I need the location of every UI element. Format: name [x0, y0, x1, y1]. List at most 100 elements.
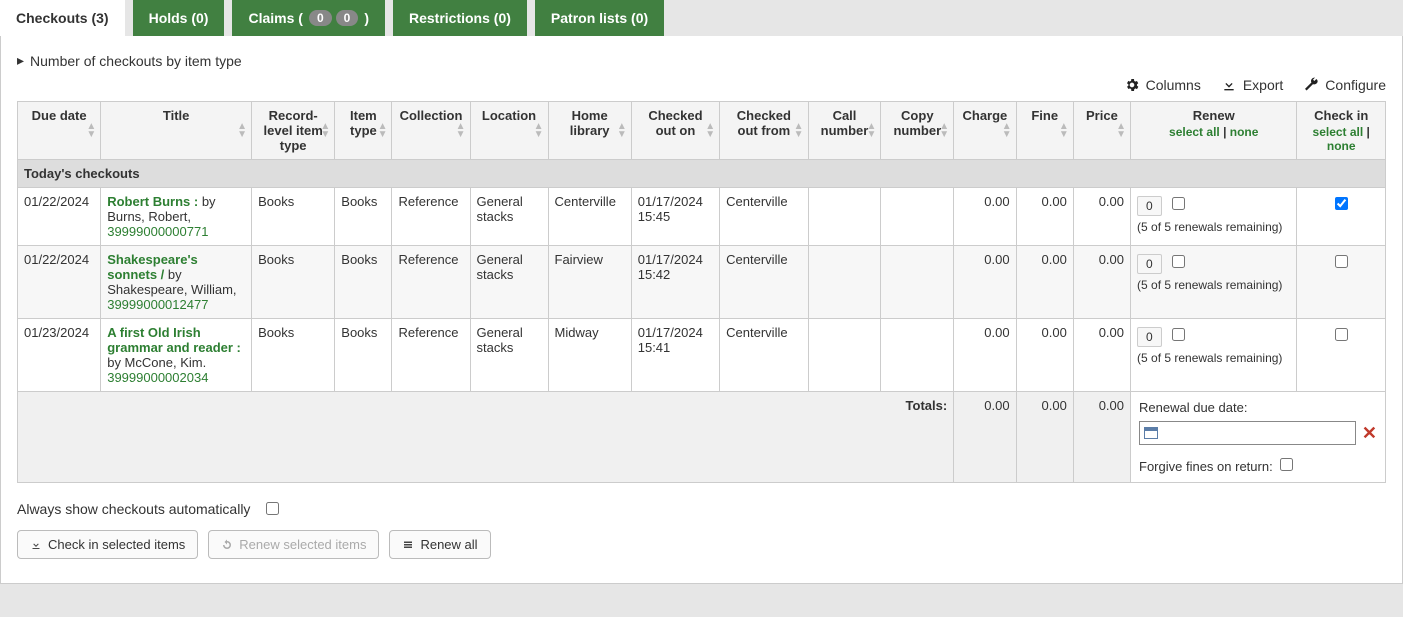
cell-location: General stacks [470, 188, 548, 246]
col-copy-number[interactable]: Copy number▲▼ [881, 102, 954, 160]
refresh-icon [221, 539, 233, 551]
col-price-label: Price [1086, 108, 1118, 123]
title-link[interactable]: Robert Burns : [107, 194, 198, 209]
sort-icon: ▲▼ [939, 123, 949, 139]
cell-renew: 0(5 of 5 renewals remaining) [1131, 188, 1297, 246]
always-show-row: Always show checkouts automatically [17, 499, 1386, 518]
table-body: Today's checkouts 01/22/2024Robert Burns… [18, 160, 1386, 392]
claims-badge-lost: 0 [336, 10, 359, 26]
tab-checkouts[interactable]: Checkouts (3) [0, 0, 125, 36]
checkouts-panel: ▸ Number of checkouts by item type Colum… [0, 36, 1403, 584]
col-checkin-label: Check in [1303, 108, 1379, 123]
download-icon [1221, 77, 1237, 93]
renew-checkbox[interactable] [1172, 197, 1185, 210]
renew-checkbox[interactable] [1172, 255, 1185, 268]
renew-selected-button[interactable]: Renew selected items [208, 530, 379, 559]
col-checked-out-from[interactable]: Checked out from▲▼ [720, 102, 808, 160]
renew-select-all[interactable]: select all [1169, 125, 1220, 139]
cell-collection: Reference [392, 319, 470, 392]
table-row: 01/23/2024A first Old Irish grammar and … [18, 319, 1386, 392]
barcode-link[interactable]: 39999000002034 [107, 370, 208, 385]
cell-item-type: Books [335, 188, 392, 246]
export-button[interactable]: Export [1221, 77, 1283, 93]
cell-price: 0.00 [1073, 319, 1130, 392]
col-collection[interactable]: Collection▲▼ [392, 102, 470, 160]
cell-call-number [808, 246, 881, 319]
col-fine[interactable]: Fine▲▼ [1016, 102, 1073, 160]
tab-patron-lists[interactable]: Patron lists (0) [535, 0, 664, 36]
export-label: Export [1243, 77, 1283, 93]
col-price[interactable]: Price▲▼ [1073, 102, 1130, 160]
checkin-checkbox[interactable] [1335, 255, 1348, 268]
tab-claims[interactable]: Claims ( 0 0 ) [232, 0, 385, 36]
sort-icon: ▲▼ [617, 123, 627, 139]
cell-price: 0.00 [1073, 188, 1130, 246]
sort-icon: ▲▼ [534, 123, 544, 139]
forgive-fines-checkbox[interactable] [1280, 458, 1293, 471]
checkin-select-none[interactable]: none [1327, 139, 1356, 153]
col-charge[interactable]: Charge▲▼ [954, 102, 1016, 160]
cell-home-library: Midway [548, 319, 631, 392]
checkouts-table: Due date▲▼ Title ▲▼ Record-level item typ… [17, 101, 1386, 483]
col-home-library[interactable]: Home library ▲▼ [548, 102, 631, 160]
cell-renew: 0 (5 of 5 renewals remaining) [1131, 246, 1297, 319]
col-checkin: Check in select all | none [1297, 102, 1386, 160]
claims-badges: 0 0 [309, 10, 358, 26]
col-call-number[interactable]: Call number▲▼ [808, 102, 881, 160]
tab-restrictions[interactable]: Restrictions (0) [393, 0, 527, 36]
renew-all-button[interactable]: Renew all [389, 530, 490, 559]
renew-remaining: (5 of 5 renewals remaining) [1137, 278, 1290, 292]
sort-icon: ▲▼ [237, 123, 247, 139]
renew-checkbox[interactable] [1172, 328, 1185, 341]
cell-checked-out-from: Centerville [720, 319, 808, 392]
cell-call-number [808, 188, 881, 246]
cell-location: General stacks [470, 246, 548, 319]
col-record-type[interactable]: Record-level item type▲▼ [252, 102, 335, 160]
col-due[interactable]: Due date▲▼ [18, 102, 101, 160]
renew-count: 0 [1137, 254, 1162, 274]
cell-location: General stacks [470, 319, 548, 392]
checkin-checkbox[interactable] [1335, 197, 1348, 210]
cell-price: 0.00 [1073, 246, 1130, 319]
title-link[interactable]: A first Old Irish grammar and reader : [107, 325, 241, 355]
sort-icon: ▲▼ [86, 123, 96, 139]
configure-button[interactable]: Configure [1303, 77, 1386, 93]
checkin-select-all[interactable]: select all [1313, 125, 1364, 139]
tabs: Checkouts (3) Holds (0) Claims ( 0 0 ) R… [0, 0, 1403, 36]
itemtype-expander[interactable]: ▸ Number of checkouts by item type [17, 52, 1386, 69]
col-title[interactable]: Title ▲▼ [101, 102, 252, 160]
always-show-checkbox[interactable] [266, 502, 279, 515]
col-call-number-label: Call number [821, 108, 869, 138]
cell-checked-out-on: 01/17/2024 15:41 [631, 319, 719, 392]
columns-button[interactable]: Columns [1124, 77, 1201, 93]
barcode-link[interactable]: 39999000000771 [107, 224, 208, 239]
checkin-selected-button[interactable]: Check in selected items [17, 530, 198, 559]
col-checked-out-on[interactable]: Checked out on▲▼ [631, 102, 719, 160]
clear-date-button[interactable]: ✕ [1362, 423, 1377, 444]
tab-holds[interactable]: Holds (0) [133, 0, 225, 36]
barcode-link[interactable]: 39999000012477 [107, 297, 208, 312]
cell-checkin [1297, 319, 1386, 392]
sort-icon: ▲▼ [866, 123, 876, 139]
col-location[interactable]: Location▲▼ [470, 102, 548, 160]
cell-fine: 0.00 [1016, 188, 1073, 246]
checkin-checkbox[interactable] [1335, 328, 1348, 341]
sort-icon: ▲▼ [456, 123, 466, 139]
totals-charge: 0.00 [954, 392, 1016, 483]
cell-collection: Reference [392, 188, 470, 246]
forgive-fines-wrap: Forgive fines on return: [1139, 459, 1296, 474]
claims-badge-returned: 0 [309, 10, 332, 26]
tab-claims-prefix: Claims ( [248, 10, 302, 26]
col-checked-out-on-label: Checked out on [648, 108, 702, 138]
renew-select-none[interactable]: none [1230, 125, 1259, 139]
cell-record-type: Books [252, 319, 335, 392]
cell-checked-out-from: Centerville [720, 188, 808, 246]
col-home-library-label: Home library [570, 108, 610, 138]
forgive-fines-label: Forgive fines on return: [1139, 459, 1273, 474]
col-item-type[interactable]: Item type▲▼ [335, 102, 392, 160]
title-link[interactable]: Shakespeare's sonnets / [107, 252, 198, 282]
renewal-date-input[interactable] [1139, 421, 1356, 445]
col-title-label: Title [163, 108, 190, 123]
renewal-label: Renewal due date: [1139, 400, 1377, 415]
gear-icon [1124, 77, 1140, 93]
